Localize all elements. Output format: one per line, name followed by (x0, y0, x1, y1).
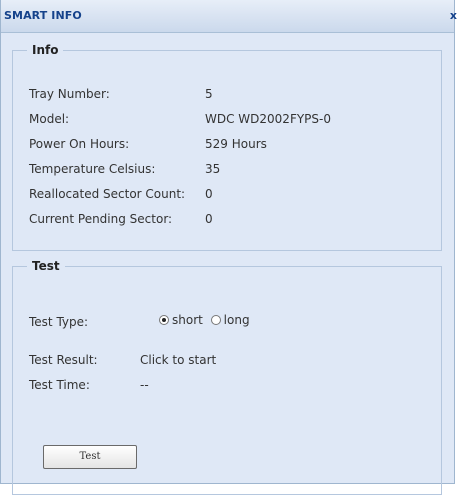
temperature-label: Temperature Celsius: (29, 162, 156, 176)
title-bar: SMART INFO x (1, 0, 457, 33)
tray-number-value: 5 (205, 87, 213, 101)
long-radio-option[interactable]: long (210, 313, 250, 327)
reallocated-sector-value: 0 (205, 187, 213, 201)
model-label: Model: (29, 112, 70, 126)
power-on-hours-value: 529 Hours (205, 137, 267, 151)
test-type-options: short long (159, 313, 254, 327)
pending-sector-label: Current Pending Sector: (29, 212, 173, 226)
window-body: Info Tray Number: 5 Model: WDC WD2002FYP… (1, 33, 454, 495)
pending-sector-value: 0 (205, 212, 213, 226)
test-result-value: Click to start (140, 353, 217, 367)
test-legend: Test (32, 259, 60, 273)
info-fieldset: Info Tray Number: 5 Model: WDC WD2002FYP… (12, 43, 442, 251)
test-type-label: Test Type: (29, 315, 89, 329)
test-time-label: Test Time: (29, 378, 90, 392)
test-button[interactable]: Test (43, 445, 137, 469)
window-title: SMART INFO (4, 9, 82, 22)
power-on-hours-label: Power On Hours: (29, 137, 130, 151)
info-legend: Info (32, 43, 59, 57)
temperature-value: 35 (205, 162, 221, 176)
smart-info-window: SMART INFO x Info Tray Number: 5 Model: … (0, 0, 457, 495)
short-radio-icon[interactable] (159, 315, 169, 325)
model-value: WDC WD2002FYPS-0 (205, 112, 331, 126)
long-radio-icon[interactable] (210, 315, 221, 325)
short-radio-label[interactable]: short (172, 313, 203, 327)
close-icon[interactable]: x (450, 9, 457, 22)
test-fieldset: Test Test Type: short long Test Result: … (12, 259, 442, 495)
reallocated-sector-label: Reallocated Sector Count: (29, 187, 186, 201)
tray-number-label: Tray Number: (29, 87, 110, 101)
test-time-value: -- (140, 378, 149, 392)
short-radio-option[interactable]: short (159, 313, 203, 327)
long-radio-label[interactable]: long (224, 313, 250, 327)
test-result-label: Test Result: (29, 353, 98, 367)
